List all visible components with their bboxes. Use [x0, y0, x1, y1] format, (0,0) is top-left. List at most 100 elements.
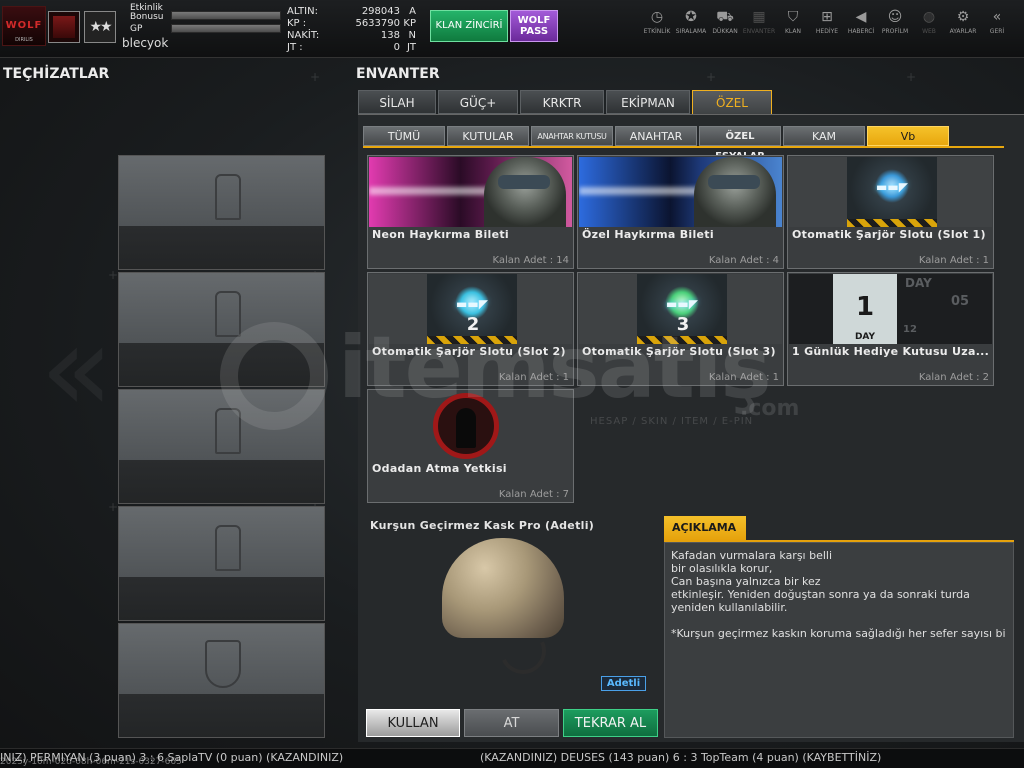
magazine-slot-2-image: ▬▬◤ 2 — [369, 274, 572, 344]
rank-icon: ★★ — [84, 11, 116, 43]
nav-settings[interactable]: ⚙ AYARLAR — [946, 8, 980, 48]
special-shout-ticket-image — [579, 157, 782, 227]
nav-profile[interactable]: ☺ PROFİLM — [878, 8, 912, 48]
ticker-right: (KAZANDINIZ) DEUSES (143 puan) 6 : 3 Top… — [480, 751, 882, 764]
magazine-slot-3-image: ▬▬◤ 3 — [579, 274, 782, 344]
back-icon: « — [992, 9, 1002, 25]
spray-can-icon — [215, 408, 241, 454]
shield-icon: ⛉ — [787, 9, 799, 25]
nav-messenger[interactable]: ◀ HABERCİ — [844, 8, 878, 48]
nav-web[interactable]: ◍ WEB — [912, 8, 946, 48]
nav-inventory[interactable]: ▦ ENVANTER — [742, 8, 776, 48]
subtab-camo[interactable]: KAM — [783, 126, 865, 146]
event-bonus-bar — [171, 11, 281, 20]
inventory-item[interactable]: Özel Haykırma Bileti Kalan Adet : 4 — [577, 155, 784, 269]
gp-bar — [171, 24, 281, 33]
tab-special[interactable]: ÖZEL — [692, 90, 772, 114]
nav-gift[interactable]: ⊞ HEDİYE — [810, 8, 844, 48]
equipment-slot-4[interactable] — [118, 506, 325, 621]
sub-tabs-underline — [363, 146, 1004, 148]
equipment-slot-5[interactable] — [118, 623, 325, 738]
clan-emblem[interactable] — [48, 11, 80, 43]
equipment-title: TEÇHİZATLAR — [3, 66, 110, 82]
subtab-all[interactable]: TÜMÜ — [363, 126, 445, 146]
drop-button[interactable]: AT — [464, 709, 559, 737]
inventory-title: ENVANTER — [356, 66, 440, 82]
gift-icon: ⊞ — [821, 9, 833, 25]
top-nav: ◷ ETKİNLİK ✪ SIRALAMA ⛟ DÜKKAN ▦ ENVANTER ⛉ K… — [640, 8, 1014, 48]
inventory-item[interactable]: Odadan Atma Yetkisi Kalan Adet : 7 — [367, 389, 574, 503]
inventory-main-tabs: SİLAH GÜÇ+ KRKTR EKİPMAN ÖZEL — [358, 90, 774, 114]
description-header: AÇIKLAMA — [664, 516, 746, 540]
currency-cash: NAKİT: 138 N — [287, 30, 416, 41]
clan-chain-button[interactable]: KLAN ZİNCİRİ — [430, 10, 508, 42]
stackable-badge: Adetli — [601, 676, 646, 691]
currency-kp: KP : 5633790 KP — [287, 18, 416, 29]
tab-power[interactable]: GÜÇ+ — [438, 90, 518, 114]
equipment-slot-1[interactable] — [118, 155, 325, 270]
rifle-icon: ▬▬◤ — [456, 297, 488, 311]
tab-weapon[interactable]: SİLAH — [358, 90, 436, 114]
shield-outline-icon — [205, 640, 241, 688]
rifle-icon: ▬▬◤ — [876, 180, 908, 194]
currency-gold: ALTIN: 298043 A — [287, 6, 416, 17]
inventory-icon: ▦ — [752, 9, 766, 25]
decor-plus-icon: + — [108, 500, 119, 514]
rifle-icon: ▬▬◤ — [666, 297, 698, 311]
subtab-boxes[interactable]: KUTULAR — [447, 126, 529, 146]
gp-label: GP — [130, 24, 143, 34]
currency-jt: JT : 0 JT — [287, 42, 416, 53]
clock-icon: ◷ — [650, 9, 664, 25]
timestamp: 2025y-10m-02d-08h-06m-21s-0327-665 — [0, 757, 182, 767]
game-logo: WOLF DIRILIS — [2, 6, 46, 46]
subtab-special-items[interactable]: ÖZEL EŞYALAR — [699, 126, 781, 162]
event-bonus-label: Etkinlik Bonusu — [130, 3, 164, 22]
inventory-sub-tabs: TÜMÜ KUTULAR ANAHTAR KUTUSU ANAHTAR ÖZEL… — [363, 126, 951, 162]
tab-equipment[interactable]: EKİPMAN — [606, 90, 690, 114]
description-box: Kafadan vurmalara karşı belli bir olasıl… — [664, 542, 1014, 738]
background-chevron-icon: « — [40, 300, 114, 439]
inventory-item[interactable]: 1 DAY DAY 05 12 1 Günlük Hediye Kutusu Uz… — [787, 272, 994, 386]
spray-can-icon — [215, 525, 241, 571]
megaphone-icon: ◀ — [855, 9, 867, 25]
cart-icon: ⛟ — [716, 9, 734, 25]
tab-character[interactable]: KRKTR — [520, 90, 604, 114]
description-text: Kafadan vurmalara karşı belli bir olasıl… — [671, 549, 1006, 640]
nav-back[interactable]: «GERİ — [980, 8, 1014, 48]
top-bar: WOLF DIRILIS ★★ Etkinlik Bonusu GP blecy… — [0, 0, 1024, 58]
match-ticker: INIZ) PERMIYAN (3 puan) 3 : 6 SaplaTV (0… — [0, 748, 1024, 768]
inventory-item[interactable]: ▬▬◤ Otomatik Şarjör Slotu (Slot 1) Kalan… — [787, 155, 994, 269]
globe-icon: ◍ — [922, 9, 936, 25]
decor-plus-icon: + — [108, 268, 119, 282]
decor-plus-icon: + — [906, 70, 917, 84]
nav-clan[interactable]: ⛉ KLAN — [776, 8, 810, 48]
gear-icon: ⚙ — [956, 9, 970, 25]
decor-plus-icon: + — [310, 70, 321, 84]
equipment-slot-2[interactable] — [118, 272, 325, 387]
username: blecyok — [122, 36, 169, 50]
inventory-item[interactable]: ▬▬◤ 2 Otomatik Şarjör Slotu (Slot 2) Kala… — [367, 272, 574, 386]
daily-gift-box-image: 1 DAY DAY 05 12 — [789, 274, 992, 344]
nav-shop[interactable]: ⛟ DÜKKAN — [708, 8, 742, 48]
helmet-image — [442, 538, 572, 681]
use-button[interactable]: KULLAN — [366, 709, 460, 737]
inventory-item[interactable]: ▬▬◤ 3 Otomatik Şarjör Slotu (Slot 3) Kala… — [577, 272, 784, 386]
subtab-key[interactable]: ANAHTAR — [615, 126, 697, 146]
subtab-key-box[interactable]: ANAHTAR KUTUSU — [531, 126, 613, 146]
kick-permission-image — [369, 391, 572, 461]
medal-icon: ✪ — [685, 9, 697, 25]
spray-can-icon — [215, 291, 241, 337]
spray-can-icon — [215, 174, 241, 220]
inventory-item[interactable]: Neon Haykırma Bileti Kalan Adet : 14 — [367, 155, 574, 269]
neon-shout-ticket-image — [369, 157, 572, 227]
selected-item-title: Kurşun Geçirmez Kask Pro (Adetli) — [370, 519, 595, 532]
rebuy-button[interactable]: TEKRAR AL — [563, 709, 658, 737]
equipment-slot-3[interactable] — [118, 389, 325, 504]
subtab-etc[interactable]: Vb — [867, 126, 949, 146]
logo-mark: WOLF — [5, 20, 43, 31]
nav-ranking[interactable]: ✪ SIRALAMA — [674, 8, 708, 48]
currency-panel: ALTIN: 298043 A KP : 5633790 KP NAKİT: 1… — [287, 6, 422, 54]
logo-sub: DIRILIS — [15, 37, 33, 43]
nav-event[interactable]: ◷ ETKİNLİK — [640, 8, 674, 48]
wolf-pass-button[interactable]: WOLF PASS — [510, 10, 558, 42]
